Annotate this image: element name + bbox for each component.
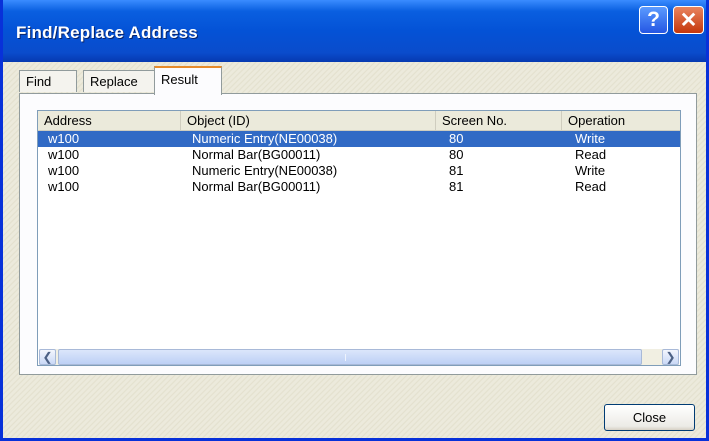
close-icon: ✕ — [679, 8, 698, 32]
column-header-screen-no[interactable]: Screen No. — [436, 111, 562, 130]
tab-replace[interactable]: Replace — [83, 70, 155, 92]
horizontal-scrollbar[interactable]: ❮ ❯ — [39, 349, 679, 365]
cell-screen: 80 — [449, 147, 464, 162]
cell-operation: Read — [575, 147, 607, 162]
cell-object: Normal Bar(BG00011) — [192, 147, 321, 162]
cell-screen: 80 — [449, 131, 464, 146]
cell-object: Normal Bar(BG00011) — [192, 179, 321, 194]
window-close-button[interactable]: ✕ — [673, 6, 704, 34]
table-row[interactable]: w100 Normal Bar(BG00011) 81 Read — [38, 179, 680, 195]
cell-screen: 81 — [449, 163, 464, 178]
list-header: Address Object (ID) Screen No. Operation — [38, 111, 680, 131]
chevron-right-icon: ❯ — [665, 350, 676, 364]
column-header-operation[interactable]: Operation — [562, 111, 680, 130]
scroll-thumb[interactable] — [58, 349, 642, 365]
chevron-left-icon: ❮ — [42, 350, 53, 364]
cell-address: w100 — [48, 147, 80, 162]
cell-object: Numeric Entry(NE00038) — [192, 131, 338, 146]
result-list[interactable]: Address Object (ID) Screen No. Operation… — [37, 110, 681, 366]
table-row[interactable]: w100 Numeric Entry(NE00038) 80 Write — [38, 131, 680, 147]
table-row[interactable]: w100 Normal Bar(BG00011) 80 Read — [38, 147, 680, 163]
window-title: Find/Replace Address — [16, 23, 198, 42]
tab-panel-result: Address Object (ID) Screen No. Operation… — [19, 93, 697, 375]
table-row[interactable]: w100 Numeric Entry(NE00038) 81 Write — [38, 163, 680, 179]
dialog-body: Find Replace Result Address Object (ID) … — [3, 62, 706, 438]
help-button[interactable]: ? — [639, 6, 668, 34]
column-header-address[interactable]: Address — [38, 111, 181, 130]
scroll-left-button[interactable]: ❮ — [39, 349, 56, 365]
scroll-right-button[interactable]: ❯ — [662, 349, 679, 365]
title-bar[interactable]: Find/Replace Address ? ✕ — [3, 0, 706, 62]
cell-operation: Read — [575, 179, 607, 194]
find-replace-dialog: Find/Replace Address ? ✕ Find Replace Re… — [0, 0, 709, 441]
tab-find[interactable]: Find — [19, 70, 77, 92]
cell-object: Numeric Entry(NE00038) — [192, 163, 338, 178]
cell-operation: Write — [575, 163, 606, 178]
tab-result[interactable]: Result — [154, 66, 222, 95]
close-button[interactable]: Close — [604, 404, 695, 431]
cell-address: w100 — [48, 179, 80, 194]
cell-operation: Write — [575, 131, 606, 146]
column-header-object-id[interactable]: Object (ID) — [181, 111, 436, 130]
cell-address: w100 — [48, 163, 80, 178]
question-mark-icon: ? — [647, 8, 660, 31]
scroll-grip-icon — [345, 354, 358, 361]
cell-screen: 81 — [449, 179, 464, 194]
cell-address: w100 — [48, 131, 80, 146]
